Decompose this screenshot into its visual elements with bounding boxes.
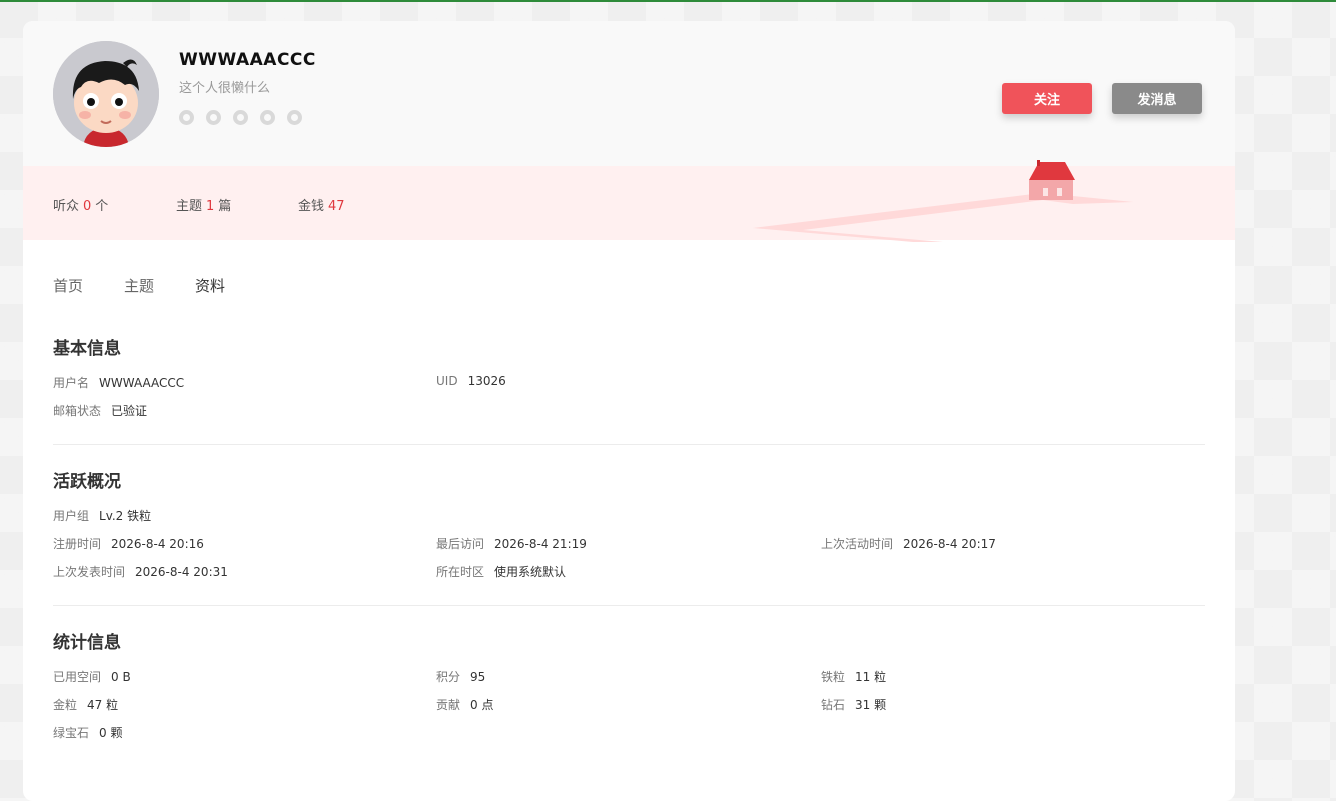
basic-info-section: 基本信息	[53, 334, 1205, 359]
weixin-icon[interactable]	[287, 110, 302, 125]
profile-tabs: 首页 主题 资料	[53, 275, 225, 296]
field-iron: 铁粒 11 粒	[821, 670, 887, 684]
profile-header: WWWAAACCC 这个人很懒什么 关注 发消息	[23, 21, 1235, 166]
tab-profile[interactable]: 资料	[195, 275, 225, 296]
activity-section: 活跃概况	[53, 467, 1205, 492]
tab-home[interactable]: 首页	[53, 275, 83, 296]
money-count: 47	[328, 199, 345, 214]
field-emerald: 绿宝石 0 颗	[53, 726, 123, 740]
field-email-status: 邮箱状态 已验证	[53, 404, 148, 418]
qq-icon[interactable]	[179, 110, 194, 125]
github-icon[interactable]	[260, 110, 275, 125]
stat-listeners[interactable]: 听众 0 个	[53, 195, 108, 214]
section-title-activity: 活跃概况	[53, 472, 121, 492]
weibo-icon[interactable]	[206, 110, 221, 125]
field-uid: UID 13026	[436, 374, 506, 388]
house-decoration-icon	[753, 160, 1133, 242]
profile-card: WWWAAACCC 这个人很懒什么 关注 发消息 听众 0 个 主题 1 篇 金钱 47	[23, 21, 1235, 801]
field-user-group: 用户组 Lv.2 铁粒	[53, 509, 152, 523]
field-timezone: 所在时区 使用系统默认	[436, 565, 567, 579]
follow-button[interactable]: 关注	[1002, 83, 1092, 114]
send-message-button[interactable]: 发消息	[1112, 83, 1202, 114]
section-title-basic: 基本信息	[53, 339, 121, 359]
field-register-time: 注册时间 2026-8-4 20:16	[53, 537, 204, 551]
avatar-cartoon-icon	[53, 41, 159, 147]
section-divider	[53, 605, 1205, 606]
stat-topics[interactable]: 主题 1 篇	[176, 195, 231, 214]
wechat-icon[interactable]	[233, 110, 248, 125]
stat-money[interactable]: 金钱 47	[298, 195, 349, 214]
stats-band: 听众 0 个 主题 1 篇 金钱 47	[23, 160, 1235, 242]
field-username: 用户名 WWWAAACCC	[53, 376, 185, 390]
top-accent-line	[0, 0, 1336, 2]
field-contribution: 贡献 0 点	[436, 698, 494, 712]
social-links	[179, 110, 302, 125]
field-last-visit: 最后访问 2026-8-4 21:19	[436, 537, 587, 551]
section-divider	[53, 444, 1205, 445]
topics-count: 1	[206, 199, 215, 214]
field-gold: 金粒 47 粒	[53, 698, 119, 712]
statistics-section: 统计信息	[53, 628, 1205, 653]
field-last-post: 上次发表时间 2026-8-4 20:31	[53, 565, 228, 579]
section-title-statistics: 统计信息	[53, 633, 121, 653]
listeners-count: 0	[83, 199, 92, 214]
field-used-space: 已用空间 0 B	[53, 670, 131, 684]
user-bio: 这个人很懒什么	[179, 81, 271, 96]
field-diamond: 钻石 31 颗	[821, 698, 887, 712]
field-last-active: 上次活动时间 2026-8-4 20:17	[821, 537, 996, 551]
tab-topics[interactable]: 主题	[124, 275, 154, 296]
username: WWWAAACCC	[179, 50, 316, 70]
avatar[interactable]	[53, 41, 159, 147]
field-points: 积分 95	[436, 670, 486, 684]
